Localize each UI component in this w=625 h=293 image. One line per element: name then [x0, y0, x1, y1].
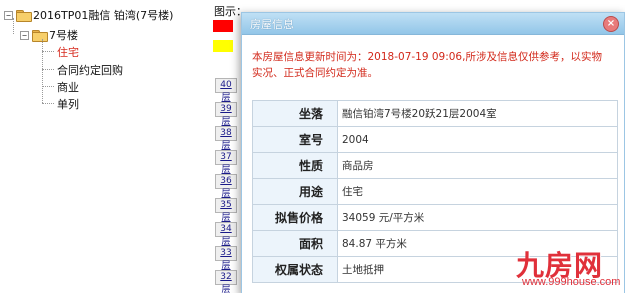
floor-button[interactable]: 37层: [215, 150, 237, 175]
dialog-title: 房屋信息: [250, 17, 294, 31]
folder-open-icon: [32, 30, 48, 42]
tree-connector: [13, 18, 14, 34]
field-value: 34059 元/平方米: [337, 204, 618, 231]
field-label: 拟售价格: [252, 204, 338, 231]
table-row: 室号 2004: [252, 126, 618, 153]
floor-button[interactable]: 34层: [215, 222, 237, 247]
field-label: 室号: [252, 126, 338, 153]
floor-button[interactable]: 40层: [215, 78, 237, 103]
tree-item-label[interactable]: 住宅: [57, 44, 79, 60]
table-row: 坐落 融信铂湾7号楼20跃21层2004室: [252, 100, 618, 127]
tree-building-label[interactable]: 7号楼: [49, 27, 78, 43]
folder-open-icon: [16, 10, 32, 22]
update-notice: 本房屋信息更新时间为：2018-07-19 09:06,所涉及信息仅供参考，以实…: [252, 51, 602, 79]
field-label: 权属状态: [252, 256, 338, 283]
tree-item-buyback[interactable]: 合同约定回购: [57, 62, 123, 78]
table-row: 拟售价格 34059 元/平方米: [252, 204, 618, 231]
table-row: 性质 商品房: [252, 152, 618, 179]
watermark-url: www.999house.com: [522, 276, 621, 288]
field-label: 用途: [252, 178, 338, 205]
field-label: 性质: [252, 152, 338, 179]
tree-connector: [42, 86, 54, 87]
tree-connector: [42, 103, 54, 104]
floor-button[interactable]: 38层: [215, 126, 237, 151]
tree-connector: [42, 39, 43, 103]
tree-item-separate[interactable]: 单列: [57, 96, 79, 112]
close-button[interactable]: ×: [603, 16, 619, 32]
building-tree: − 2016TP01融信 铂湾(7号楼) − 7号楼 住宅 合同约定回购 商业 …: [0, 0, 200, 293]
field-label: 面积: [252, 230, 338, 257]
field-value: 融信铂湾7号楼20跃21层2004室: [337, 100, 618, 127]
legend-swatch-yellow: [213, 40, 233, 52]
floor-button[interactable]: 39层: [215, 102, 237, 127]
field-value: 住宅: [337, 178, 618, 205]
field-value: 2004: [337, 126, 618, 153]
tree-item-label[interactable]: 单列: [57, 96, 79, 112]
floor-button[interactable]: 32层: [215, 270, 237, 293]
tree-building-node[interactable]: − 7号楼: [20, 27, 78, 43]
collapse-icon[interactable]: −: [4, 10, 13, 20]
floor-button[interactable]: 35层: [215, 198, 237, 223]
tree-connector: [42, 69, 54, 70]
tree-item-label[interactable]: 合同约定回购: [57, 62, 123, 78]
tree-item-commercial[interactable]: 商业: [57, 79, 79, 95]
dialog-titlebar[interactable]: 房屋信息: [242, 13, 624, 35]
legend-swatch-red: [213, 20, 233, 32]
floor-button[interactable]: 33层: [215, 246, 237, 271]
tree-item-residential[interactable]: 住宅: [57, 44, 79, 60]
floor-button[interactable]: 36层: [215, 174, 237, 199]
table-row: 用途 住宅: [252, 178, 618, 205]
close-icon[interactable]: ×: [607, 18, 615, 29]
tree-item-label[interactable]: 商业: [57, 79, 79, 95]
tree-connector: [42, 51, 54, 52]
collapse-icon[interactable]: −: [20, 30, 29, 40]
field-value: 商品房: [337, 152, 618, 179]
field-label: 坐落: [252, 100, 338, 127]
tree-root-node[interactable]: − 2016TP01融信 铂湾(7号楼): [4, 7, 173, 23]
tree-root-label[interactable]: 2016TP01融信 铂湾(7号楼): [33, 7, 173, 23]
